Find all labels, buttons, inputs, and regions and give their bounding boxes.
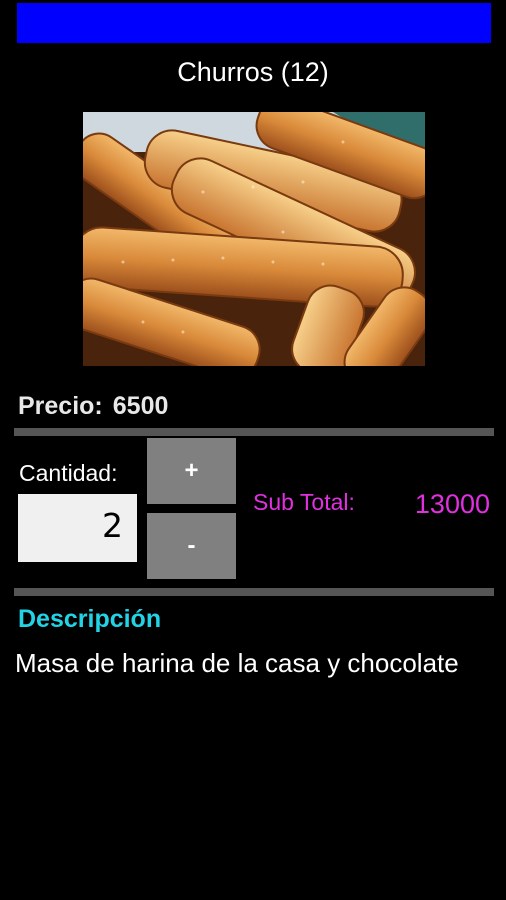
top-bar xyxy=(17,3,491,43)
price-label: Precio: xyxy=(18,392,103,420)
churros-photo-icon xyxy=(83,112,425,366)
subtotal-value: 13000 xyxy=(414,489,490,519)
price-row: Precio: 6500 xyxy=(18,392,168,421)
subtotal-label: Sub Total: xyxy=(253,489,355,515)
divider-bottom xyxy=(14,588,494,596)
product-title: Churros (12) xyxy=(177,57,329,87)
description-heading: Descripción xyxy=(18,605,162,633)
quantity-input[interactable]: 2 xyxy=(18,494,137,562)
divider-top xyxy=(14,428,494,436)
product-image xyxy=(83,112,425,366)
price-value: 6500 xyxy=(112,392,169,420)
description-text: Masa de harina de la casa y chocolate xyxy=(15,648,459,678)
decrement-button[interactable]: - xyxy=(147,513,236,579)
quantity-label: Cantidad: xyxy=(19,460,118,486)
increment-button[interactable]: + xyxy=(147,438,236,504)
